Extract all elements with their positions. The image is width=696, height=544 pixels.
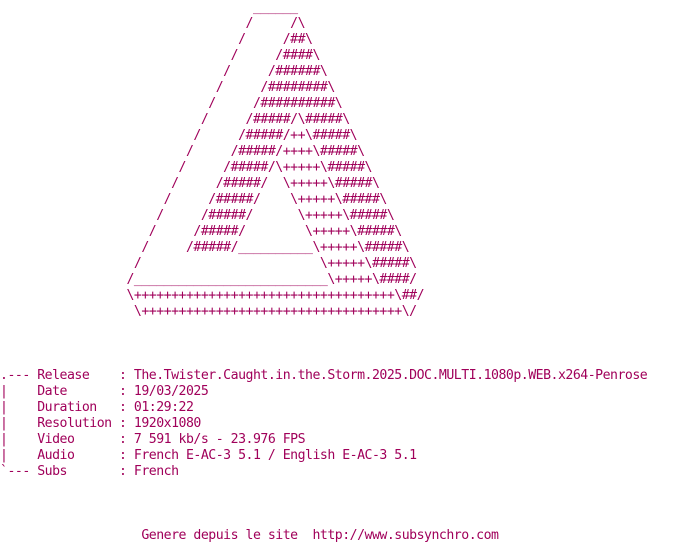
ascii-art-line: / /#####/\+++++\#####\ bbox=[0, 160, 373, 175]
resolution-info-line: | Resolution : 1920x1080 bbox=[0, 416, 201, 431]
ascii-art-line: / /#####/\#####\ bbox=[0, 112, 350, 127]
ascii-art-line: / /#####/ \+++++\#####\ bbox=[0, 176, 380, 191]
ascii-art-line: / /\ bbox=[0, 16, 306, 31]
ascii-art-line: / /#####/ \+++++\#####\ bbox=[0, 192, 388, 207]
ascii-art-line: \+++++++++++++++++++++++++++++++++++\/ bbox=[0, 304, 417, 319]
audio-info-line: | Audio : French E-AC-3 5.1 / English E-… bbox=[0, 448, 417, 463]
nfo-text-viewer: ______ / /\ / /##\ / /####\ / /######\ /… bbox=[0, 0, 696, 544]
ascii-art-line: / /####\ bbox=[0, 48, 321, 63]
ascii-art-line: / /#####/ \+++++\#####\ bbox=[0, 224, 402, 239]
date-info-line: | Date : 19/03/2025 bbox=[0, 384, 209, 399]
ascii-art-line: / /#####/++++\#####\ bbox=[0, 144, 365, 159]
ascii-art-line: / /#####/ \+++++\#####\ bbox=[0, 208, 395, 223]
release-info-line: .--- Release : The.Twister.Caught.in.the… bbox=[0, 368, 648, 383]
subs-info-line: `--- Subs : French bbox=[0, 464, 179, 479]
ascii-art-line: / /########\ bbox=[0, 80, 336, 95]
ascii-art-line: / /######\ bbox=[0, 64, 328, 79]
ascii-art-line: / /##\ bbox=[0, 32, 313, 47]
ascii-art-line: /__________________________\+++++\####/ bbox=[0, 272, 417, 287]
ascii-art-line: / /#####/++\#####\ bbox=[0, 128, 358, 143]
video-info-line: | Video : 7 591 kb/s - 23.976 FPS bbox=[0, 432, 306, 447]
duration-info-line: | Duration : 01:29:22 bbox=[0, 400, 194, 415]
ascii-art-line: \+++++++++++++++++++++++++++++++++++\##/ bbox=[0, 288, 425, 303]
ascii-art-line: / /##########\ bbox=[0, 96, 343, 111]
ascii-art-line: / /#####/__________\+++++\#####\ bbox=[0, 240, 410, 255]
footer-credit-line: Genere depuis le site http://www.subsync… bbox=[0, 528, 499, 543]
ascii-art-line: / \+++++\#####\ bbox=[0, 256, 417, 271]
ascii-art-line: ______ bbox=[0, 0, 298, 15]
